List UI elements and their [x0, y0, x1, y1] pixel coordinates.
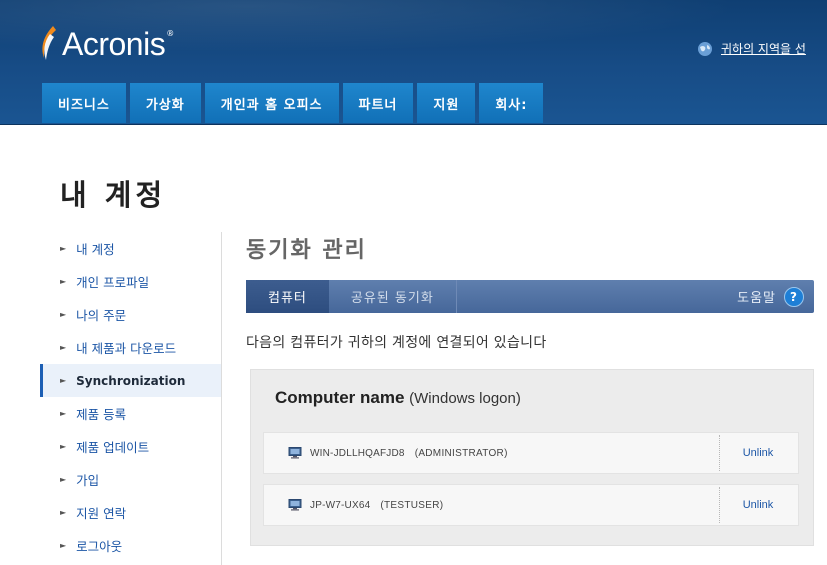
computer-icon [288, 499, 302, 511]
logo-text: Acronis [62, 26, 166, 62]
help-icon: ? [784, 286, 804, 307]
tab-shared-sync[interactable]: 공유된 동기화 [329, 280, 457, 313]
nav-item-business[interactable]: 비즈니스 [42, 83, 126, 123]
sidebar-item-label: 내 제품과 다운로드 [76, 341, 177, 356]
acronis-logo[interactable]: Acronis ® [38, 20, 175, 64]
unlink-link[interactable]: Unlink [728, 447, 788, 459]
sidebar-item-my-account[interactable]: ► 내 계정 [40, 232, 222, 265]
sidebar-item-product-registration[interactable]: ► 제품 등록 [40, 397, 222, 430]
sidebar-item-subscriptions[interactable]: ► 가입 [40, 463, 222, 496]
bullet-arrow-icon: ► [60, 244, 67, 253]
sidebar-item-label: Synchronization [76, 373, 186, 388]
sidebar-item-label: 제품 등록 [76, 407, 127, 422]
sidebar-item-label: 나의 주문 [76, 308, 127, 323]
sidebar-item-label: 개인 프로파일 [76, 275, 150, 290]
bullet-arrow-icon: ► [60, 508, 67, 517]
sidebar-item-orders[interactable]: ► 나의 주문 [40, 298, 222, 331]
globe-icon [698, 41, 712, 56]
site-header: Acronis ® 귀하의 지역을 선 비즈니스 가상화 개인과 홈 오피스 파… [0, 0, 827, 125]
region-selector[interactable]: 귀하의 지역을 선 [697, 40, 806, 57]
nav-item-partners[interactable]: 파트너 [342, 83, 414, 123]
bullet-arrow-icon: ► [60, 475, 67, 484]
row-divider [719, 487, 720, 523]
windows-logon: (TESTUSER) [380, 499, 444, 511]
help-label: 도움말 [737, 291, 776, 306]
computer-name: JP-W7-UX64 [310, 499, 371, 511]
column-header-computer-name: Computer name [275, 388, 405, 407]
row-divider [719, 435, 720, 471]
logo-swoosh-icon [42, 26, 56, 60]
tab-computers[interactable]: 컴퓨터 [246, 280, 329, 313]
sidebar-item-contact-support[interactable]: ► 지원 연락 [40, 496, 222, 529]
sidebar-divider [221, 232, 222, 565]
sidebar-item-label: 내 계정 [76, 242, 115, 257]
nav-item-company[interactable]: 회사: [479, 83, 544, 123]
bullet-arrow-icon: ► [60, 376, 67, 385]
nav-item-home-office[interactable]: 개인과 홈 오피스 [204, 83, 339, 123]
sync-tab-bar: 컴퓨터 공유된 동기화 도움말 ? [246, 280, 814, 313]
page-title: 내 계정 [60, 178, 167, 212]
table-row: WIN-JDLLHQAFJD8 (ADMINISTRATOR) Unlink [263, 432, 799, 474]
computer-name: WIN-JDLLHQAFJD8 [310, 447, 405, 459]
sidebar-item-synchronization[interactable]: ► Synchronization [40, 364, 222, 397]
bullet-arrow-icon: ► [60, 277, 67, 286]
main-nav: 비즈니스 가상화 개인과 홈 오피스 파트너 지원 회사: [42, 83, 544, 123]
region-link[interactable]: 귀하의 지역을 선 [721, 40, 806, 57]
column-header-logon: (Windows logon) [409, 390, 521, 407]
section-title: 동기화 관리 [246, 238, 367, 263]
sidebar-item-profile[interactable]: ► 개인 프로파일 [40, 265, 222, 298]
unlink-link[interactable]: Unlink [728, 499, 788, 511]
computers-panel: Computer name (Windows logon) WIN-JDLLHQ… [250, 369, 814, 546]
table-row: JP-W7-UX64 (TESTUSER) Unlink [263, 484, 799, 526]
bullet-arrow-icon: ► [60, 310, 67, 319]
computer-icon [288, 447, 302, 459]
windows-logon: (ADMINISTRATOR) [414, 447, 508, 459]
computers-table-header: Computer name (Windows logon) [275, 388, 521, 408]
nav-item-support[interactable]: 지원 [417, 83, 476, 123]
bullet-arrow-icon: ► [60, 541, 67, 550]
logo-registered-mark: ® [166, 29, 175, 38]
bullet-arrow-icon: ► [60, 343, 67, 352]
sidebar-item-label: 지원 연락 [76, 506, 127, 521]
help-button[interactable]: 도움말 ? [737, 286, 814, 307]
sidebar-item-label: 제품 업데이트 [76, 440, 150, 455]
bullet-arrow-icon: ► [60, 409, 67, 418]
computers-description: 다음의 컴퓨터가 귀하의 계정에 연결되어 있습니다 [246, 335, 547, 351]
nav-item-virtualization[interactable]: 가상화 [129, 83, 201, 123]
sidebar-item-products-downloads[interactable]: ► 내 제품과 다운로드 [40, 331, 222, 364]
bullet-arrow-icon: ► [60, 442, 67, 451]
sidebar-item-label: 가입 [76, 473, 100, 488]
sidebar-item-label: 로그아웃 [76, 539, 123, 554]
sidebar-item-product-updates[interactable]: ► 제품 업데이트 [40, 430, 222, 463]
account-sidebar: ► 내 계정 ► 개인 프로파일 ► 나의 주문 ► 내 제품과 다운로드 ► … [40, 232, 222, 562]
sidebar-item-logout[interactable]: ► 로그아웃 [40, 529, 222, 562]
